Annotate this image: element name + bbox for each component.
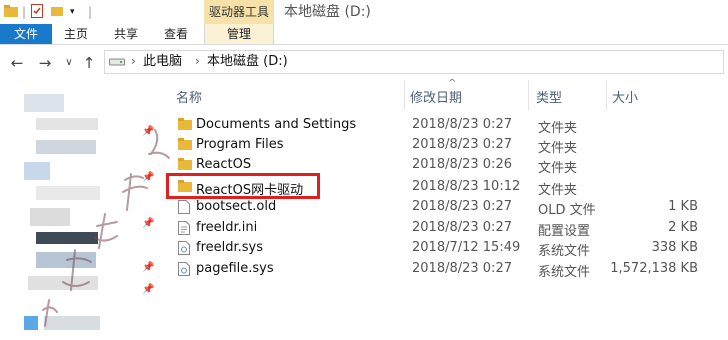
- forward-arrow-icon[interactable]: →: [36, 54, 54, 72]
- back-arrow-icon[interactable]: ←: [8, 54, 26, 72]
- column-divider[interactable]: [404, 80, 405, 110]
- tab-manage[interactable]: 管理: [204, 24, 274, 44]
- file-name: bootsect.old: [196, 199, 277, 214]
- file-date: 2018/7/12 15:49: [412, 240, 521, 255]
- column-name[interactable]: 名称: [176, 87, 202, 106]
- sys-file-icon: [178, 262, 190, 276]
- file-row[interactable]: freeldr.sys 2018/7/12 15:49 系统文件 338 KB: [166, 238, 728, 259]
- customize-qa-dropdown-icon[interactable]: ▾: [70, 4, 75, 20]
- file-date: 2018/8/23 10:12: [412, 179, 521, 194]
- column-divider[interactable]: [528, 80, 529, 110]
- blurred-nav-item: [24, 316, 38, 330]
- folder-icon: [4, 5, 18, 17]
- pin-icon[interactable]: 📌: [142, 126, 154, 137]
- file-name: ReactOS: [196, 157, 252, 172]
- file-date: 2018/8/23 0:26: [412, 157, 512, 172]
- file-type: 系统文件: [538, 265, 591, 280]
- window-title: 本地磁盘 (D:): [284, 4, 371, 20]
- file-name: freeldr.sys: [196, 240, 264, 255]
- highlight-box: [166, 173, 320, 199]
- file-row[interactable]: freeldr.ini 2018/8/23 0:27 配置设置 2 KB: [166, 218, 728, 239]
- blurred-nav-item: [36, 186, 100, 200]
- file-row[interactable]: pagefile.sys 2018/8/23 0:27 系统文件 1,572,1…: [166, 259, 728, 280]
- file-name: pagefile.sys: [196, 261, 274, 276]
- file-type: 文件夹: [538, 183, 578, 198]
- file-icon: [178, 200, 190, 214]
- file-size: 1 KB: [668, 199, 698, 214]
- file-date: 2018/8/23 0:27: [412, 117, 512, 132]
- blurred-nav-item: [24, 94, 64, 112]
- file-type: 文件夹: [538, 121, 578, 136]
- pin-icon[interactable]: 📌: [142, 284, 154, 295]
- pin-icon[interactable]: 📌: [142, 218, 154, 229]
- file-date: 2018/8/23 0:27: [412, 137, 512, 152]
- up-arrow-icon[interactable]: ↑: [80, 54, 98, 72]
- folder-icon: [178, 138, 192, 150]
- breadcrumb-separator-icon[interactable]: ›: [131, 54, 136, 68]
- sys-file-icon: [178, 241, 190, 255]
- tab-home[interactable]: 主页: [56, 24, 96, 44]
- file-type: 配置设置: [538, 224, 591, 239]
- file-date: 2018/8/23 0:27: [412, 261, 512, 276]
- file-type: 文件夹: [538, 141, 578, 156]
- file-name: Documents and Settings: [196, 117, 357, 132]
- blurred-nav-item: [28, 276, 98, 290]
- file-type: 文件夹: [538, 161, 578, 176]
- new-folder-icon[interactable]: [51, 5, 63, 16]
- separator: |: [88, 5, 93, 19]
- column-type[interactable]: 类型: [536, 87, 562, 106]
- separator: |: [22, 5, 27, 19]
- blurred-nav-item: [24, 162, 50, 180]
- recent-locations-chevron-icon[interactable]: ∨: [60, 57, 78, 68]
- breadcrumb-local-disk[interactable]: 本地磁盘 (D:): [207, 54, 288, 70]
- breadcrumb-this-pc[interactable]: 此电脑: [143, 54, 182, 70]
- folder-icon: [178, 118, 192, 130]
- file-type: 系统文件: [538, 244, 591, 259]
- tab-file[interactable]: 文件: [0, 24, 52, 44]
- title-bar: | ▾ | 驱动器工具 本地磁盘 (D:): [0, 0, 728, 24]
- ini-file-icon: [178, 221, 190, 235]
- column-date[interactable]: 修改日期: [410, 87, 462, 106]
- blurred-nav-item: [36, 118, 98, 130]
- blurred-nav-item: [30, 208, 70, 226]
- pin-icon[interactable]: 📌: [142, 262, 154, 273]
- ribbon-tabs: 文件 主页 共享 查看 管理: [0, 24, 728, 45]
- file-row[interactable]: Documents and Settings 2018/8/23 0:27 文件…: [166, 115, 728, 136]
- file-size: 338 KB: [651, 240, 698, 255]
- folder-icon: [178, 158, 192, 170]
- file-type: OLD 文件: [538, 203, 596, 218]
- navigation-pane[interactable]: 📌 📌 📌 📌 📌: [0, 80, 166, 339]
- column-header: ^ 名称 修改日期 类型 大小: [166, 78, 728, 110]
- file-size: 1,572,138 KB: [610, 261, 698, 276]
- column-divider[interactable]: [606, 80, 607, 110]
- drive-icon: [109, 58, 125, 66]
- pin-icon[interactable]: 📌: [142, 172, 154, 183]
- file-size: 2 KB: [668, 220, 698, 235]
- blurred-nav-item: [44, 316, 100, 330]
- file-name: freeldr.ini: [196, 220, 258, 235]
- file-row[interactable]: ReactOS 2018/8/23 0:26 文件夹: [166, 155, 728, 176]
- file-row[interactable]: bootsect.old 2018/8/23 0:27 OLD 文件 1 KB: [166, 197, 728, 218]
- blurred-nav-item: [36, 232, 98, 244]
- drive-tools-context-tab: 驱动器工具: [204, 0, 274, 24]
- blurred-nav-item: [36, 252, 96, 268]
- breadcrumb-separator-icon[interactable]: ›: [195, 54, 200, 68]
- properties-icon[interactable]: [31, 4, 43, 18]
- file-row[interactable]: Program Files 2018/8/23 0:27 文件夹: [166, 135, 728, 156]
- address-bar[interactable]: › 此电脑 › 本地磁盘 (D:): [104, 50, 724, 74]
- column-size[interactable]: 大小: [612, 87, 638, 106]
- tab-view[interactable]: 查看: [156, 24, 196, 44]
- blurred-nav-item: [36, 140, 96, 154]
- navigation-bar: ← → ∨ ↑ › 此电脑 › 本地磁盘 (D:): [0, 45, 728, 79]
- file-date: 2018/8/23 0:27: [412, 199, 512, 214]
- file-date: 2018/8/23 0:27: [412, 220, 512, 235]
- tab-share[interactable]: 共享: [106, 24, 146, 44]
- file-name: Program Files: [196, 137, 284, 152]
